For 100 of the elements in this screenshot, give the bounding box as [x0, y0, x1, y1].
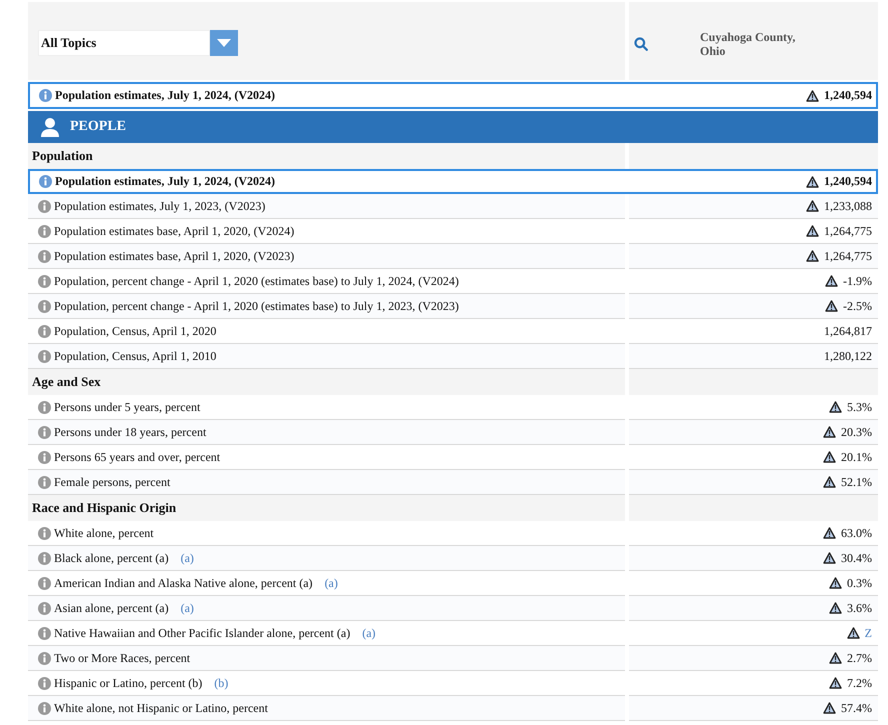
- row-label: Black alone, percent (a): [54, 550, 169, 566]
- row-value: 5.3%: [847, 400, 872, 414]
- footnote-link[interactable]: (a): [324, 576, 338, 590]
- info-icon[interactable]: [38, 702, 51, 714]
- warning-icon[interactable]: [823, 476, 836, 488]
- info-icon[interactable]: [38, 576, 51, 590]
- warning-icon[interactable]: [825, 300, 838, 312]
- row-label: Persons under 5 years, percent: [54, 400, 200, 414]
- warning-icon[interactable]: [823, 702, 836, 714]
- row-label: Native Hawaiian and Other Pacific Islander alone, percent (a): [54, 626, 350, 640]
- warning-icon[interactable]: [829, 602, 842, 614]
- row-label: Female persons, percent: [54, 474, 170, 490]
- warning-icon[interactable]: [829, 401, 842, 413]
- info-icon[interactable]: [38, 626, 51, 640]
- info-icon[interactable]: [38, 652, 51, 664]
- warning-icon[interactable]: [806, 250, 819, 262]
- info-icon[interactable]: [38, 602, 51, 614]
- dropdown-button[interactable]: [210, 30, 238, 56]
- row-value: -1.9%: [843, 274, 872, 288]
- info-icon[interactable]: [39, 89, 52, 102]
- category-label: PEOPLE: [70, 119, 126, 135]
- row-value: -2.5%: [843, 298, 872, 314]
- category-bar[interactable]: PEOPLE: [28, 111, 878, 143]
- footnote-link[interactable]: (b): [214, 676, 228, 690]
- info-icon[interactable]: [38, 324, 51, 338]
- data-row[interactable]: Population estimates, July 1, 2024, (V2024) 1,240,594: [28, 169, 878, 194]
- footnote-link[interactable]: (a): [362, 626, 376, 640]
- row-value: 57.4%: [841, 700, 872, 716]
- value-link[interactable]: Z: [864, 626, 872, 640]
- row-label: Population estimates, July 1, 2023, (V2023): [54, 198, 266, 214]
- info-icon[interactable]: [38, 476, 51, 488]
- row-value: 1,280,122: [824, 348, 872, 364]
- row-value: 3.6%: [847, 600, 872, 616]
- section-title: Population: [32, 148, 93, 164]
- info-icon[interactable]: [38, 526, 51, 540]
- footnote-link[interactable]: (a): [180, 550, 194, 566]
- row-label: Hispanic or Latino, percent (b): [54, 676, 202, 690]
- info-icon[interactable]: [38, 676, 51, 690]
- warning-icon[interactable]: [823, 527, 836, 539]
- row-label: Persons 65 years and over, percent: [54, 450, 220, 464]
- row-label: Asian alone, percent (a): [54, 600, 169, 616]
- info-icon[interactable]: [38, 426, 51, 438]
- row-value: 20.3%: [841, 424, 872, 440]
- row-label: Population estimates base, April 1, 2020, (V2023): [54, 248, 294, 264]
- row-value: 63.0%: [841, 526, 872, 540]
- row-label: Population estimates base, April 1, 2020, (V2024): [54, 224, 294, 238]
- row-value: 1,240,594: [824, 88, 872, 103]
- topic-select[interactable]: All Topics: [38, 30, 210, 56]
- section-title: Age and Sex: [32, 374, 101, 390]
- row-label: Population, Census, April 1, 2020: [54, 324, 216, 338]
- row-label: Population, percent change - April 1, 2020 (estimates base) to July 1, 2023, (V2023): [54, 298, 459, 314]
- search-icon[interactable]: [634, 37, 648, 51]
- row-value: 52.1%: [841, 474, 872, 490]
- row-label: Persons under 18 years, percent: [54, 424, 206, 440]
- footnote-link[interactable]: (a): [180, 600, 194, 616]
- row-value: 2.7%: [847, 650, 872, 666]
- warning-icon[interactable]: [846, 627, 860, 639]
- warning-icon[interactable]: [806, 176, 819, 188]
- warning-icon[interactable]: [825, 275, 838, 287]
- warning-icon[interactable]: [829, 677, 842, 689]
- row-label: Population, Census, April 1, 2010: [54, 348, 216, 364]
- warning-icon[interactable]: [806, 200, 819, 212]
- info-icon[interactable]: [38, 200, 51, 212]
- row-value: 7.2%: [847, 676, 872, 690]
- row-value: 1,264,817: [824, 324, 872, 338]
- row-value: 0.3%: [847, 576, 872, 590]
- info-icon[interactable]: [38, 300, 51, 312]
- warning-icon[interactable]: [806, 225, 819, 237]
- row-value: 1,264,775: [824, 248, 872, 264]
- info-icon[interactable]: [38, 224, 51, 238]
- geography-heading: Cuyahoga County, Ohio: [700, 30, 796, 58]
- person-icon: [40, 117, 60, 137]
- warning-icon[interactable]: [829, 577, 842, 589]
- info-icon[interactable]: [38, 450, 51, 464]
- pinned-row[interactable]: Population estimates, July 1, 2024, (V2024) 1,240,594: [28, 82, 878, 109]
- info-icon[interactable]: [38, 400, 51, 414]
- row-label: White alone, percent: [54, 526, 154, 540]
- warning-icon[interactable]: [823, 552, 836, 564]
- row-label: Population estimates, July 1, 2024, (V2024): [55, 174, 275, 189]
- info-icon[interactable]: [39, 175, 52, 188]
- row-label: Two or More Races, percent: [54, 650, 190, 666]
- info-icon[interactable]: [38, 350, 51, 362]
- row-label: Population estimates, July 1, 2024, (V2024): [55, 88, 275, 103]
- section-title: Race and Hispanic Origin: [32, 500, 176, 516]
- row-value: 20.1%: [841, 450, 872, 464]
- warning-icon[interactable]: [829, 652, 842, 664]
- row-label: White alone, not Hispanic or Latino, percent: [54, 700, 268, 716]
- warning-icon[interactable]: [806, 90, 819, 102]
- info-icon[interactable]: [38, 274, 51, 288]
- row-label: Population, percent change - April 1, 2020 (estimates base) to July 1, 2024, (V2024): [54, 274, 459, 288]
- row-value: 1,240,594: [824, 174, 872, 189]
- row-value: 30.4%: [841, 550, 872, 566]
- row-value: 1,264,775: [824, 224, 872, 238]
- warning-icon[interactable]: [823, 426, 836, 438]
- info-icon[interactable]: [38, 250, 51, 262]
- row-value: 1,233,088: [824, 198, 872, 214]
- caret-icon: [217, 39, 231, 47]
- row-label: American Indian and Alaska Native alone, percent (a): [54, 576, 313, 590]
- warning-icon[interactable]: [823, 451, 836, 463]
- info-icon[interactable]: [38, 552, 51, 564]
